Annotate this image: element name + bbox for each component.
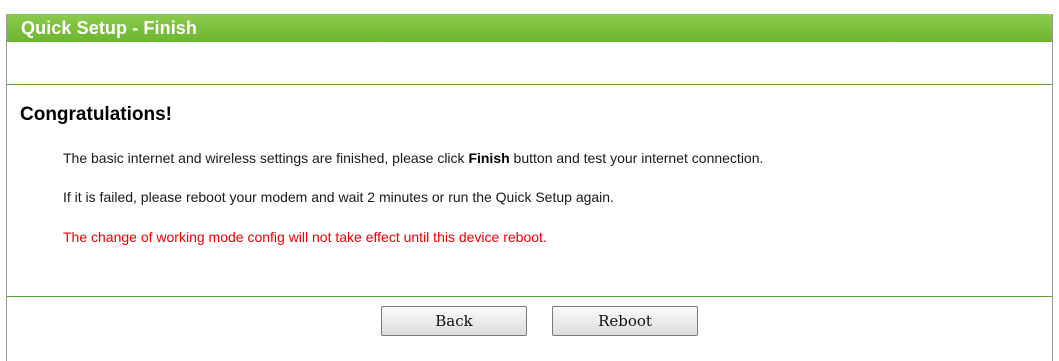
back-button[interactable]: Back <box>381 306 527 336</box>
page-title: Quick Setup - Finish <box>7 14 1052 42</box>
warning-text: The change of working mode config will n… <box>63 229 547 245</box>
congratulations-heading: Congratulations! <box>20 104 172 125</box>
finish-keyword: Finish <box>468 150 510 166</box>
reboot-button[interactable]: Reboot <box>552 306 698 336</box>
reboot-modem-text: If it is failed, please reboot your mode… <box>63 189 614 205</box>
divider-top <box>7 84 1052 85</box>
divider-bottom <box>7 296 1052 297</box>
finish-instruction-start: The basic internet and wireless settings… <box>63 150 469 166</box>
setup-panel: Quick Setup - Finish Congratulations! Th… <box>6 14 1053 361</box>
finish-instruction-end: button and test your internet connection… <box>509 150 764 166</box>
finish-instruction-text: The basic internet and wireless settings… <box>63 150 763 166</box>
